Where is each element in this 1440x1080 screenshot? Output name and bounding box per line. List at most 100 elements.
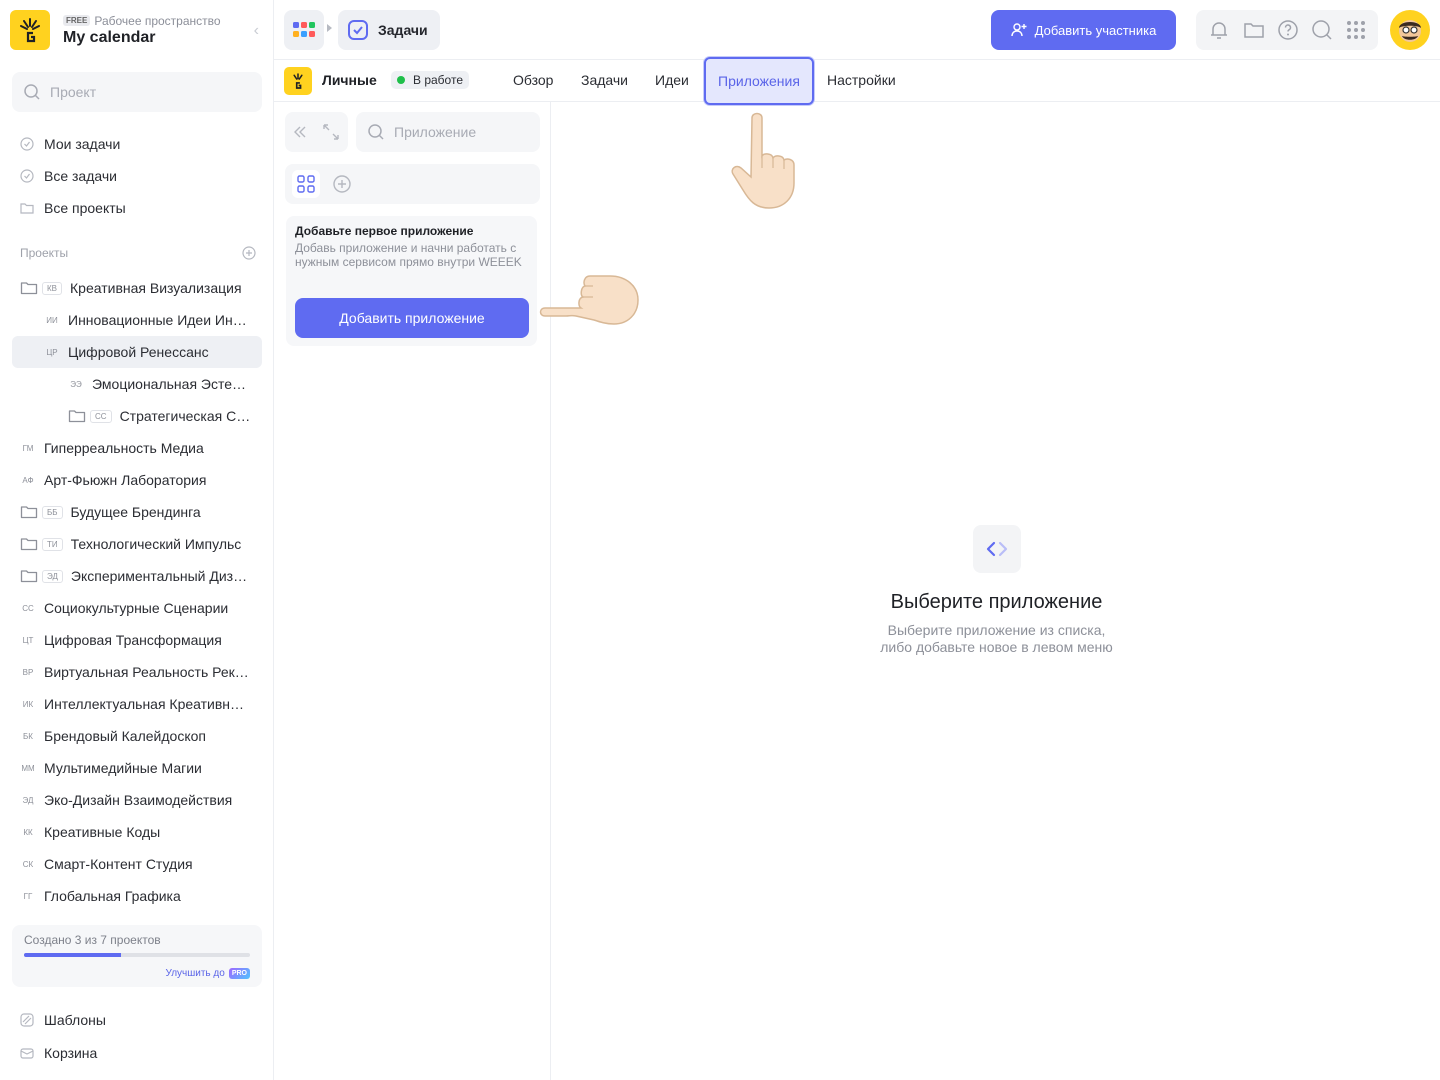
nav-all-tasks[interactable]: Все задачи	[12, 160, 262, 192]
collapse-sidebar-icon[interactable]: ‹	[254, 22, 259, 40]
collapse-left-icon[interactable]	[293, 125, 307, 139]
status-dot-icon	[397, 76, 405, 84]
project-abbr: ММ	[21, 763, 35, 773]
projects-quota: Создано 3 из 7 проектов Улучшить до PRO	[12, 925, 262, 987]
project-item[interactable]: ИК Интеллектуальная Креативн…	[12, 688, 262, 720]
nav-label: Все задачи	[44, 168, 117, 184]
project-name: Креативные Коды	[44, 824, 161, 840]
apps-panel-nav	[285, 112, 348, 152]
project-abbr: ЦР	[46, 347, 58, 357]
add-app-view-button[interactable]	[328, 170, 356, 198]
project-item[interactable]: ЭД Эко-Дизайн Взаимодействия	[12, 784, 262, 816]
workspace-switcher[interactable]: FREE Рабочее пространство My calendar	[10, 10, 260, 50]
project-abbr: ТИ	[42, 537, 63, 551]
project-item[interactable]: ГГ Глобальная Графика	[12, 880, 262, 912]
project-item[interactable]: ЭЭ Эмоциональная Эсте…	[12, 368, 262, 400]
apps-panel: Приложение Добавьте первое приложение До…	[274, 102, 551, 1080]
project-abbr: ВР	[22, 667, 34, 677]
grid-view-icon	[297, 175, 315, 193]
project-name: Арт-Фьюжн Лаборатория	[44, 472, 207, 488]
help-icon[interactable]	[1277, 19, 1299, 41]
expand-icon[interactable]	[322, 123, 340, 141]
project-name: Виртуальная Реальность Рек…	[44, 664, 249, 680]
upgrade-link[interactable]: Улучшить до PRO	[166, 968, 250, 979]
folder-icon	[20, 203, 34, 214]
tab-overview[interactable]: Обзор	[513, 72, 553, 88]
project-item[interactable]: ГМ Гиперреальность Медиа	[12, 432, 262, 464]
project-abbr: КК	[23, 827, 33, 837]
apps-menu-button[interactable]	[284, 10, 324, 50]
workspace-text: FREE Рабочее пространство My calendar	[63, 14, 221, 47]
breadcrumb-tasks[interactable]: Задачи	[338, 10, 440, 50]
project-name: Интеллектуальная Креативн…	[44, 696, 245, 712]
search-icon	[368, 124, 384, 140]
search-icon[interactable]	[1311, 19, 1333, 41]
folder-icon	[20, 282, 38, 295]
project-item[interactable]: ББ Будущее Брендинга	[12, 496, 262, 528]
project-item[interactable]: ВР Виртуальная Реальность Рек…	[12, 656, 262, 688]
workspace-name: My calendar	[63, 28, 156, 46]
folder-icon	[68, 410, 86, 423]
project-item[interactable]: ММ Мультимедийные Магии	[12, 752, 262, 784]
add-app-button[interactable]: Добавить приложение	[295, 298, 529, 338]
tab-applications[interactable]: Приложения	[704, 57, 814, 105]
project-item[interactable]: СС Стратегическая С…	[12, 400, 262, 432]
nav-templates[interactable]: Шаблоны	[12, 1003, 262, 1036]
apps-icon[interactable]	[1346, 20, 1366, 40]
project-item[interactable]: ЭД Экспериментальный Диз…	[12, 560, 262, 592]
breadcrumb-label: Задачи	[378, 22, 428, 38]
project-abbr: ГГ	[23, 891, 33, 901]
project-item[interactable]: БК Брендовый Калейдоскоп	[12, 720, 262, 752]
project-name: Смарт-Контент Студия	[44, 856, 193, 872]
project-name: Инновационные Идеи Ин…	[68, 312, 247, 328]
nav-label: Корзина	[44, 1044, 98, 1061]
folder-icon[interactable]	[1243, 19, 1265, 41]
project-abbr: СС	[22, 603, 34, 613]
bell-icon[interactable]	[1208, 19, 1230, 41]
app-search-input[interactable]: Приложение	[356, 112, 540, 152]
project-abbr: ЦТ	[22, 635, 34, 645]
project-abbr: КВ	[42, 281, 62, 295]
add-project-icon[interactable]	[242, 246, 256, 260]
add-member-button[interactable]: Добавить участника	[991, 10, 1176, 50]
project-item[interactable]: ИИ Инновационные Идеи Ин…	[12, 304, 262, 336]
project-item[interactable]: СК Смарт-Контент Студия	[12, 848, 262, 880]
project-item[interactable]: КК Креативные Коды	[12, 816, 262, 848]
projects-header-label: Проекты	[20, 246, 69, 260]
nav-my-tasks[interactable]: Мои задачи	[12, 128, 262, 160]
first-app-description: Добавь приложение и начни работать с нуж…	[295, 241, 522, 269]
project-name: Брендовый Калейдоскоп	[44, 728, 206, 744]
quota-text: Создано 3 из 7 проектов	[24, 933, 161, 947]
templates-icon	[20, 1012, 34, 1027]
workspace-logo-icon	[10, 10, 50, 50]
top-bar: Задачи Добавить участника	[274, 0, 1440, 60]
project-item[interactable]: АФ Арт-Фьюжн Лаборатория	[12, 464, 262, 496]
project-logo-icon	[284, 67, 312, 95]
project-item[interactable]: КВ Креативная Визуализация	[12, 272, 262, 304]
app-view-switcher	[285, 164, 540, 204]
tab-settings[interactable]: Настройки	[827, 72, 896, 88]
tab-tasks[interactable]: Задачи	[581, 72, 628, 88]
projects-list: КВ Креативная Визуализация ИИ Инновационные…	[12, 272, 262, 912]
empty-state-line-2: либо добавьте новое в левом меню	[880, 639, 1113, 655]
project-item[interactable]: ЦТ Цифровая Трансформация	[12, 624, 262, 656]
project-abbr: ББ	[42, 505, 63, 519]
projects-header: Проекты	[20, 246, 256, 260]
colored-grid-icon	[293, 22, 315, 37]
add-member-label: Добавить участника	[1034, 22, 1157, 38]
project-status-badge[interactable]: В работе	[391, 71, 470, 89]
nav-all-projects[interactable]: Все проекты	[12, 192, 262, 224]
tab-ideas[interactable]: Идеи	[655, 72, 689, 88]
project-item[interactable]: СС Социокультурные Сценарии	[12, 592, 262, 624]
project-abbr: АФ	[22, 475, 34, 485]
user-avatar[interactable]	[1390, 10, 1430, 50]
grid-view-button[interactable]	[292, 170, 320, 198]
project-search-input[interactable]: Проект	[12, 72, 262, 112]
project-name: Глобальная Графика	[44, 888, 181, 904]
app-search-placeholder: Приложение	[394, 124, 477, 140]
quota-progress-fill	[24, 953, 121, 957]
project-name: Мультимедийные Магии	[44, 760, 202, 776]
nav-trash[interactable]: Корзина	[12, 1036, 262, 1069]
project-item[interactable]: ТИ Технологический Импульс	[12, 528, 262, 560]
project-item[interactable]: ЦР Цифровой Ренессанс	[12, 336, 262, 368]
